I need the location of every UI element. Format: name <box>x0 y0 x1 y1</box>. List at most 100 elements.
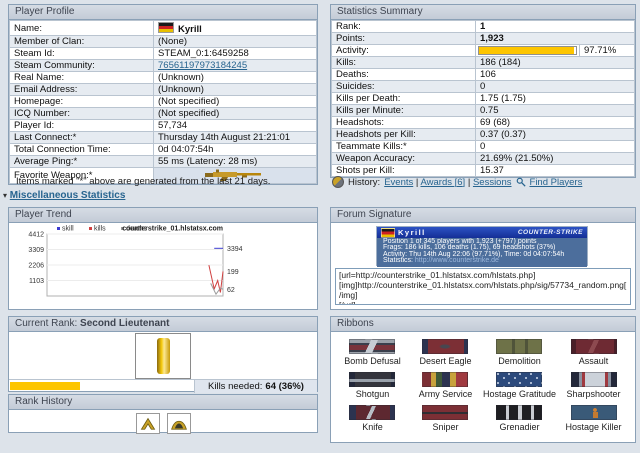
profile-row: Member of Clan:(None) <box>10 36 317 48</box>
rank-progress-fill <box>10 382 80 390</box>
ribbon-item: Assault <box>558 339 629 366</box>
player-profile-panel: Player Profile Name:KyrillMember of Clan… <box>8 4 318 185</box>
stats-row: Deaths:106 <box>332 69 635 81</box>
stats-label: Kills per Death: <box>332 93 476 105</box>
signature-player-name: Kyrill <box>398 228 426 237</box>
stats-label: Deaths: <box>332 69 476 81</box>
ribbon-image-desert-eagle <box>422 339 468 354</box>
rank-history-insignia-1 <box>136 413 160 434</box>
ribbon-image-knife <box>349 405 395 420</box>
player-profile-header: Player Profile <box>9 5 317 20</box>
profile-label: Name: <box>10 21 154 36</box>
history-icon <box>332 176 344 188</box>
stats-row: Rank:1 <box>332 21 635 33</box>
ribbon-image-hostage-killer <box>571 405 617 420</box>
profile-row: Last Connect:*Thursday 14th August 21:21… <box>10 132 317 144</box>
profile-value: (Not specified) <box>154 96 317 108</box>
forum-signature-title: Forum Signature <box>337 209 411 220</box>
history-label: History: <box>348 177 380 188</box>
kills-needed-value: 64 (36%) <box>265 381 304 392</box>
profile-label: Last Connect:* <box>10 132 154 144</box>
profile-value: (Unknown) <box>154 72 317 84</box>
stats-label: Headshots: <box>332 117 476 129</box>
forum-signature-panel: Forum Signature Kyrill COUNTER-STRIKE Po… <box>330 207 636 310</box>
stats-row: Kills per Death:1.75 (1.75) <box>332 93 635 105</box>
stats-label: Suicides: <box>332 81 476 93</box>
ribbon-item: Demolition <box>483 339 556 366</box>
rank-history-header: Rank History <box>9 395 317 410</box>
ribbon-label: Desert Eagle <box>410 356 481 366</box>
miscellaneous-statistics-link[interactable]: Miscellaneous Statistics <box>10 190 126 201</box>
ribbon-item: Sharpshooter <box>558 372 629 399</box>
rank-progress-row: Kills needed: 64 (36%) <box>9 379 317 393</box>
ribbon-label: Shotgun <box>337 389 408 399</box>
chevron-insignia-icon <box>139 416 157 431</box>
stats-row: Teammate Kills:*0 <box>332 141 635 153</box>
history-link-events[interactable]: Events <box>384 177 413 188</box>
ribbons-panel: Ribbons Bomb DefusalDesert EagleDemoliti… <box>330 316 636 443</box>
svg-text:199: 199 <box>227 269 239 276</box>
signature-stats-url: http://www.counterstrike.de <box>415 257 499 264</box>
ribbon-image-sniper <box>422 405 468 420</box>
player-trend-chart: 4412330922061103skillkillsdeathscounters… <box>11 224 313 310</box>
current-rank-label: Current Rank: <box>15 318 77 329</box>
ribbon-image-army-service <box>422 372 468 387</box>
svg-text:4412: 4412 <box>28 232 44 239</box>
rank-history-insignia-2 <box>167 413 191 434</box>
profile-value: 76561197973184245 <box>154 60 317 72</box>
signature-image-header: Kyrill COUNTER-STRIKE <box>377 227 587 238</box>
magnifier-icon <box>516 177 526 187</box>
player-trend-panel: Player Trend 4412330922061103skillkillsd… <box>8 207 318 310</box>
stats-value: 106 <box>476 69 635 81</box>
profile-row: Homepage:(Not specified) <box>10 96 317 108</box>
ribbon-image-bomb-defusal <box>349 339 395 354</box>
triangle-down-icon: ▾ <box>3 191 7 200</box>
ribbon-item: Hostage Killer <box>558 405 629 432</box>
profile-value: 57,734 <box>154 120 317 132</box>
profile-row: Player Id:57,734 <box>10 120 317 132</box>
stats-value: 186 (184) <box>476 57 635 69</box>
profile-label: Member of Clan: <box>10 36 154 48</box>
activity-percent: 97.71% <box>579 45 634 56</box>
ribbon-item: Army Service <box>410 372 481 399</box>
steam-community-link[interactable]: 76561197973184245 <box>158 60 247 71</box>
ribbon-label: Bomb Defusal <box>337 356 408 366</box>
ribbons-header: Ribbons <box>331 317 635 332</box>
stats-label: Rank: <box>332 21 476 33</box>
signature-stats-line: Statistics: http://www.counterstrike.de <box>383 258 581 264</box>
stats-row: Headshots:69 (68) <box>332 117 635 129</box>
ribbon-label: Army Service <box>410 389 481 399</box>
activity-bar <box>478 46 577 55</box>
ribbon-item: Sniper <box>410 405 481 432</box>
current-rank-insignia <box>135 333 191 379</box>
profile-row: ICQ Number:(Not specified) <box>10 108 317 120</box>
profile-label: Steam Id: <box>10 48 154 60</box>
signature-bbcode-textarea[interactable]: [url=http://counterstrike_01.hlstatsx.co… <box>335 268 631 305</box>
ribbon-item: Desert Eagle <box>410 339 481 366</box>
history-link-sessions[interactable]: Sessions <box>473 177 512 188</box>
stats-value: 0.75 <box>476 105 635 117</box>
find-players-link[interactable]: Find Players <box>530 177 583 188</box>
svg-text:skill: skill <box>62 226 74 233</box>
player-trend-title: Player Trend <box>15 209 72 220</box>
stats-row: Kills:186 (184) <box>332 57 635 69</box>
ribbons-grid: Bomb DefusalDesert EagleDemolitionAssaul… <box>331 332 635 439</box>
stats-value: 0 <box>476 141 635 153</box>
statistics-summary-title: Statistics Summary <box>337 6 423 17</box>
profile-value: 0d 04:07:54h <box>154 144 317 156</box>
history-link-awards-6[interactable]: Awards [6] <box>420 177 465 188</box>
ribbon-image-shotgun <box>349 372 395 387</box>
profile-label: Email Address: <box>10 84 154 96</box>
stats-label: Points: <box>332 33 476 45</box>
profile-label: ICQ Number: <box>10 108 154 120</box>
stats-row: Shots per Kill:15.37 <box>332 165 635 177</box>
player-profile-title: Player Profile <box>15 6 74 17</box>
current-rank-image-area <box>9 332 317 379</box>
stats-value: 69 (68) <box>476 117 635 129</box>
stats-label: Kills: <box>332 57 476 69</box>
profile-value: Kyrill <box>154 21 317 36</box>
stats-label: Activity: <box>332 45 476 57</box>
kills-needed-label: Kills needed: <box>208 381 262 392</box>
svg-text:62: 62 <box>227 287 235 294</box>
ribbon-image-hostage-gratitude <box>496 372 542 387</box>
